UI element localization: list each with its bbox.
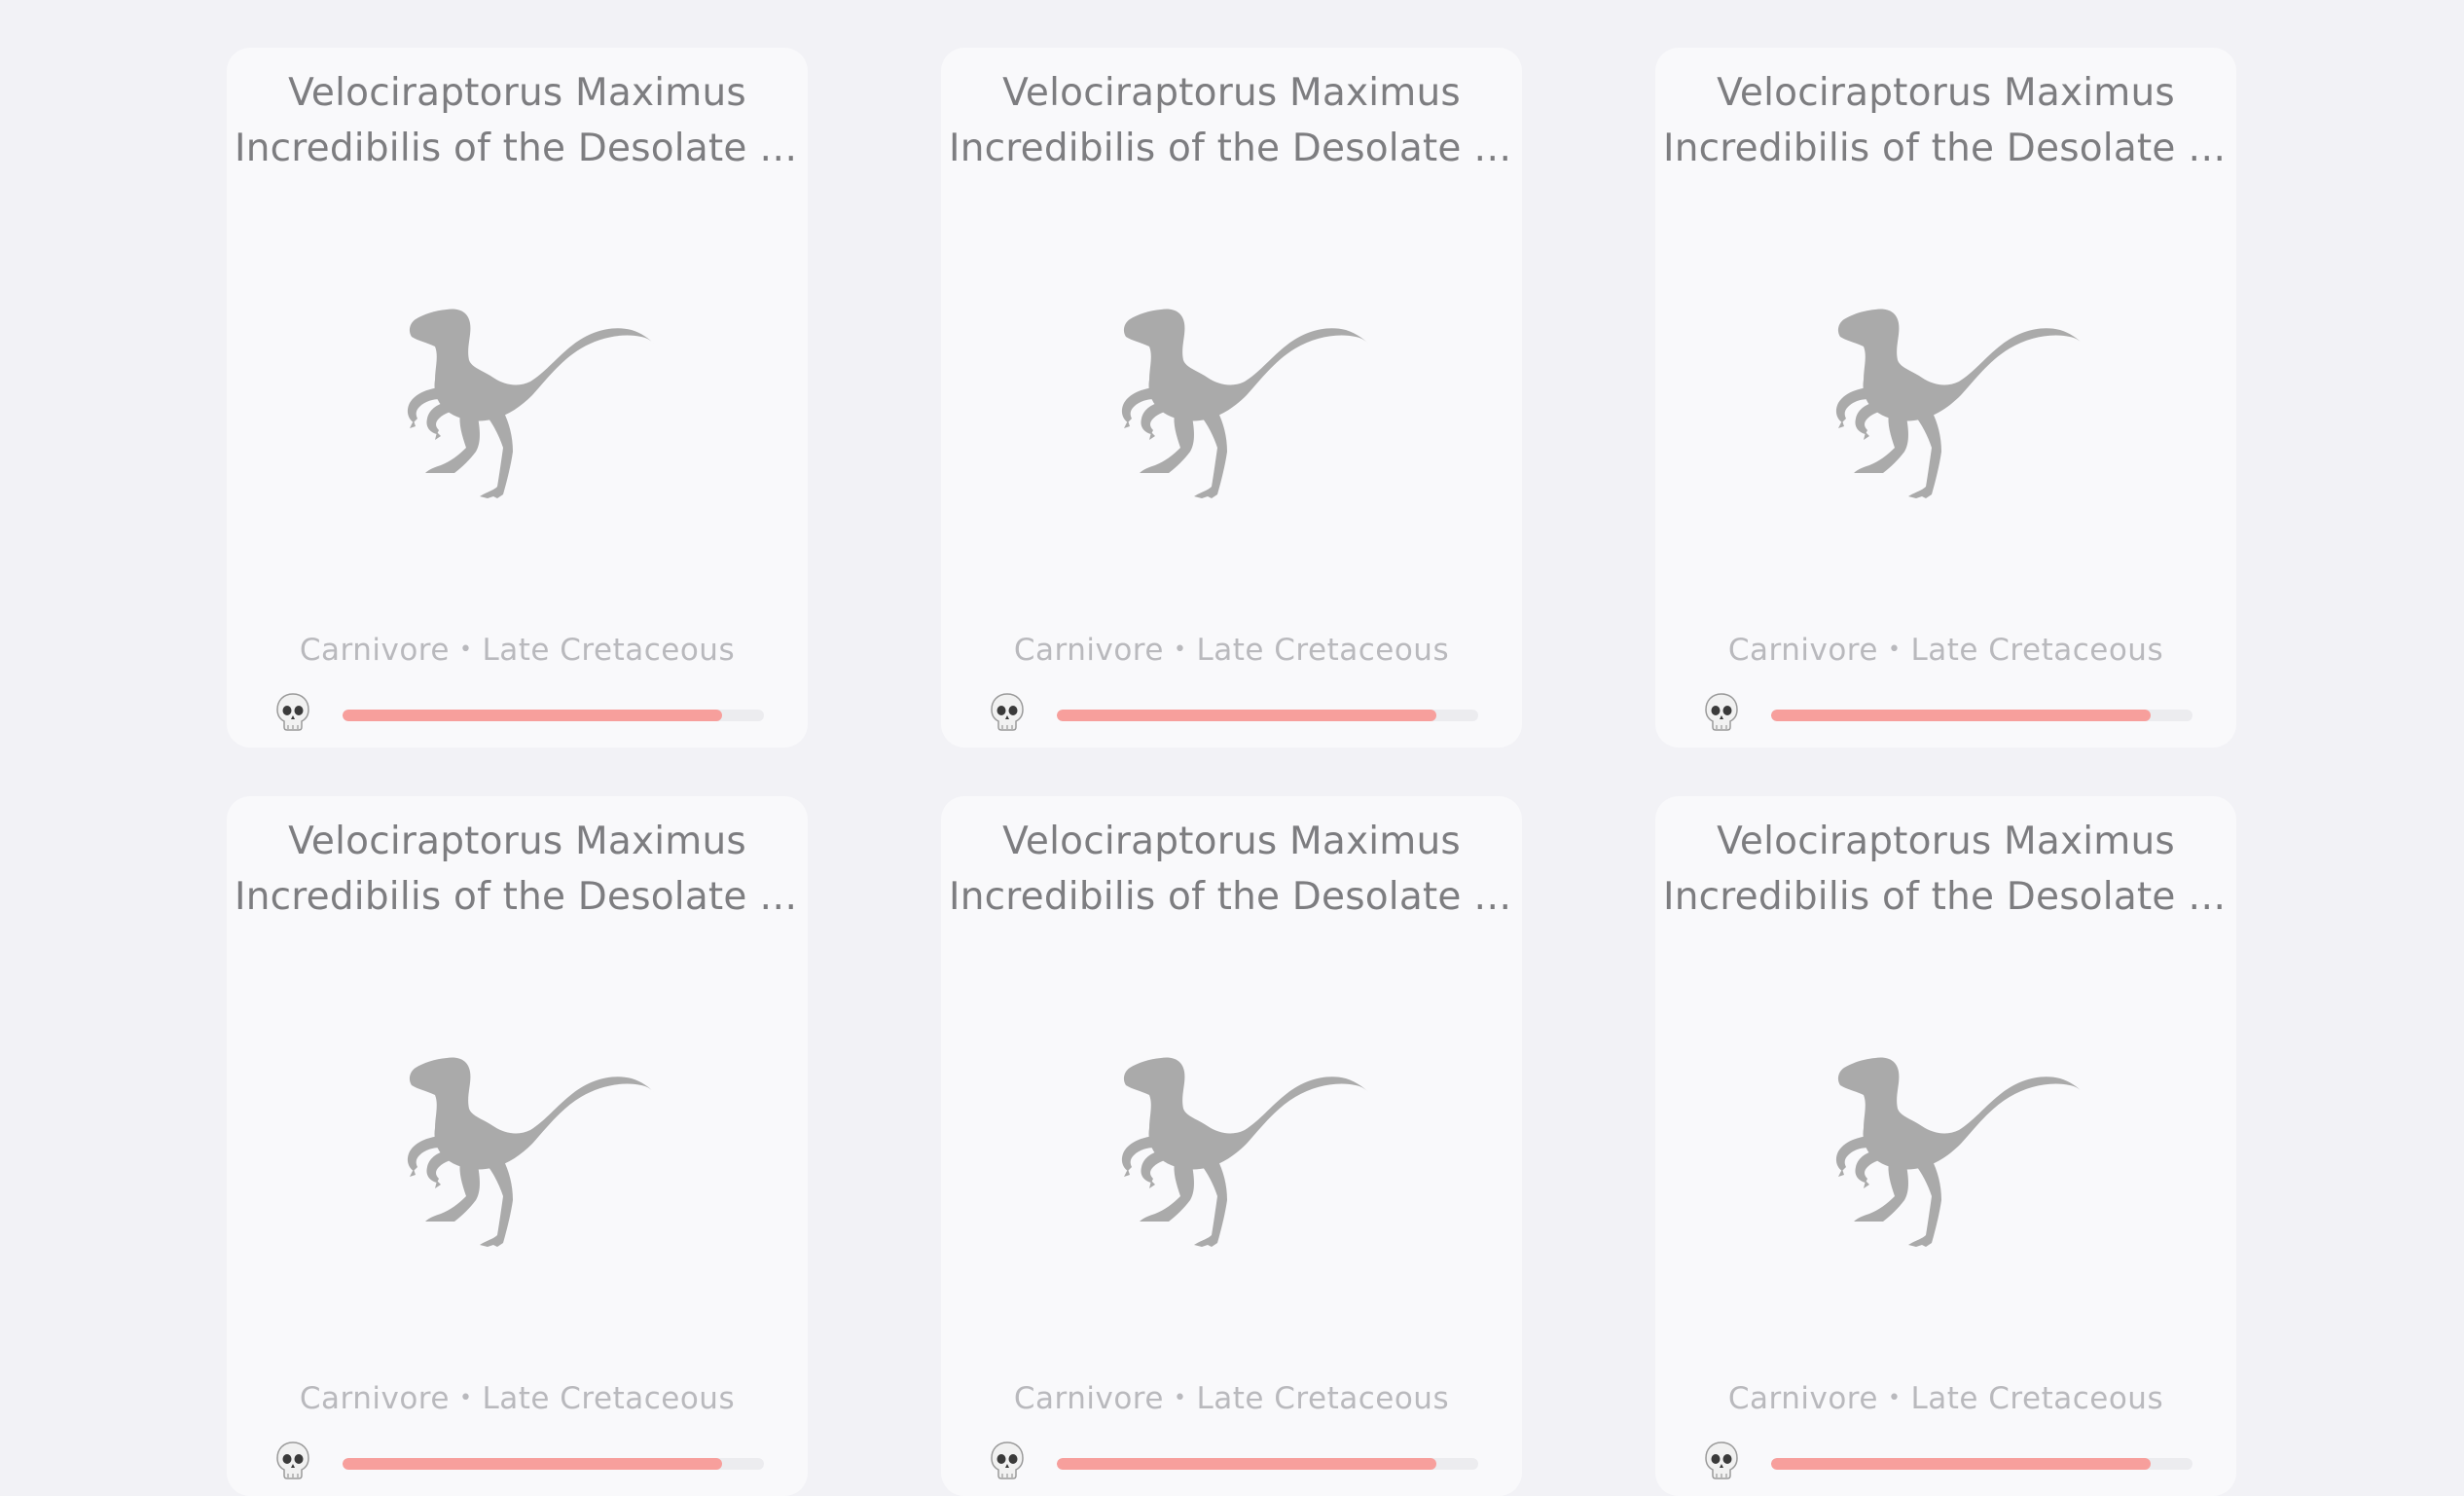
card-meta: Carnivore • Late Cretaceous bbox=[1655, 633, 2236, 668]
dinosaur-card[interactable]: Velociraptorus Maximus Incredibilis of t… bbox=[227, 796, 808, 1496]
skull-icon bbox=[1704, 1441, 1739, 1479]
card-title-line-1: Velociraptorus Maximus bbox=[288, 71, 746, 115]
danger-bar bbox=[343, 710, 764, 721]
card-meta: Carnivore • Late Cretaceous bbox=[227, 1381, 808, 1416]
danger-bar-fill bbox=[343, 710, 722, 721]
card-meta: Carnivore • Late Cretaceous bbox=[941, 633, 1522, 668]
card-meta: Carnivore • Late Cretaceous bbox=[941, 1381, 1522, 1416]
meta-separator: • bbox=[1887, 1386, 1902, 1410]
velociraptor-silhouette-icon bbox=[1655, 267, 2236, 568]
dinosaur-card[interactable]: Velociraptorus Maximus Incredibilis of t… bbox=[1655, 796, 2236, 1496]
skull-icon bbox=[1704, 692, 1739, 731]
diet-label: Carnivore bbox=[1727, 1381, 1878, 1416]
skull-icon bbox=[990, 1441, 1025, 1479]
card-title-line-2: Incredibilis of the Desolate E… bbox=[1663, 127, 2236, 170]
velociraptor-silhouette-icon bbox=[227, 1015, 808, 1317]
diet-label: Carnivore bbox=[1727, 633, 1878, 668]
diet-label: Carnivore bbox=[299, 1381, 450, 1416]
card-title-line-1: Velociraptorus Maximus bbox=[1002, 71, 1461, 115]
card-title-line-2: Incredibilis of the Desolate E… bbox=[1663, 875, 2236, 919]
period-label: Late Cretaceous bbox=[482, 633, 736, 668]
danger-bar-fill bbox=[343, 1458, 722, 1470]
danger-bar bbox=[1057, 710, 1478, 721]
meta-separator: • bbox=[1173, 1386, 1187, 1410]
velociraptor-silhouette-icon bbox=[941, 1015, 1522, 1317]
meta-separator: • bbox=[458, 1386, 473, 1410]
period-label: Late Cretaceous bbox=[1196, 1381, 1450, 1416]
dinosaur-card[interactable]: Velociraptorus Maximus Incredibilis of t… bbox=[227, 48, 808, 748]
velociraptor-silhouette-icon bbox=[1655, 1015, 2236, 1317]
card-meta: Carnivore • Late Cretaceous bbox=[227, 633, 808, 668]
skull-icon bbox=[275, 692, 310, 731]
diet-label: Carnivore bbox=[1013, 1381, 1164, 1416]
dinosaur-card[interactable]: Velociraptorus Maximus Incredibilis of t… bbox=[1655, 48, 2236, 748]
danger-bar-fill bbox=[1057, 1458, 1436, 1470]
danger-bar-fill bbox=[1771, 1458, 2151, 1470]
card-title: Velociraptorus Maximus Incredibilis of t… bbox=[941, 814, 1522, 925]
card-title-line-1: Velociraptorus Maximus bbox=[1717, 71, 2175, 115]
card-title-line-2: Incredibilis of the Desolate E… bbox=[949, 127, 1522, 170]
diet-label: Carnivore bbox=[299, 633, 450, 668]
card-title-line-1: Velociraptorus Maximus bbox=[288, 820, 746, 863]
skull-icon bbox=[275, 1441, 310, 1479]
meta-separator: • bbox=[1173, 638, 1187, 662]
card-title-line-2: Incredibilis of the Desolate E… bbox=[235, 875, 808, 919]
danger-bar bbox=[1057, 1458, 1478, 1470]
card-title-line-1: Velociraptorus Maximus bbox=[1717, 820, 2175, 863]
danger-bar bbox=[1771, 1458, 2192, 1470]
meta-separator: • bbox=[458, 638, 473, 662]
velociraptor-silhouette-icon bbox=[941, 267, 1522, 568]
diet-label: Carnivore bbox=[1013, 633, 1164, 668]
card-meta: Carnivore • Late Cretaceous bbox=[1655, 1381, 2236, 1416]
card-title: Velociraptorus Maximus Incredibilis of t… bbox=[227, 814, 808, 925]
dinosaur-card-grid: Velociraptorus Maximus Incredibilis of t… bbox=[227, 48, 2236, 1496]
dinosaur-card[interactable]: Velociraptorus Maximus Incredibilis of t… bbox=[941, 48, 1522, 748]
card-title-line-1: Velociraptorus Maximus bbox=[1002, 820, 1461, 863]
period-label: Late Cretaceous bbox=[1910, 633, 2164, 668]
period-label: Late Cretaceous bbox=[1910, 1381, 2164, 1416]
danger-bar bbox=[343, 1458, 764, 1470]
period-label: Late Cretaceous bbox=[1196, 633, 1450, 668]
dinosaur-card[interactable]: Velociraptorus Maximus Incredibilis of t… bbox=[941, 796, 1522, 1496]
danger-bar-fill bbox=[1771, 710, 2151, 721]
card-title: Velociraptorus Maximus Incredibilis of t… bbox=[941, 65, 1522, 176]
skull-icon bbox=[990, 692, 1025, 731]
card-title: Velociraptorus Maximus Incredibilis of t… bbox=[227, 65, 808, 176]
period-label: Late Cretaceous bbox=[482, 1381, 736, 1416]
velociraptor-silhouette-icon bbox=[227, 267, 808, 568]
danger-bar bbox=[1771, 710, 2192, 721]
card-title: Velociraptorus Maximus Incredibilis of t… bbox=[1655, 814, 2236, 925]
card-title-line-2: Incredibilis of the Desolate E… bbox=[235, 127, 808, 170]
meta-separator: • bbox=[1887, 638, 1902, 662]
card-title: Velociraptorus Maximus Incredibilis of t… bbox=[1655, 65, 2236, 176]
card-title-line-2: Incredibilis of the Desolate E… bbox=[949, 875, 1522, 919]
danger-bar-fill bbox=[1057, 710, 1436, 721]
